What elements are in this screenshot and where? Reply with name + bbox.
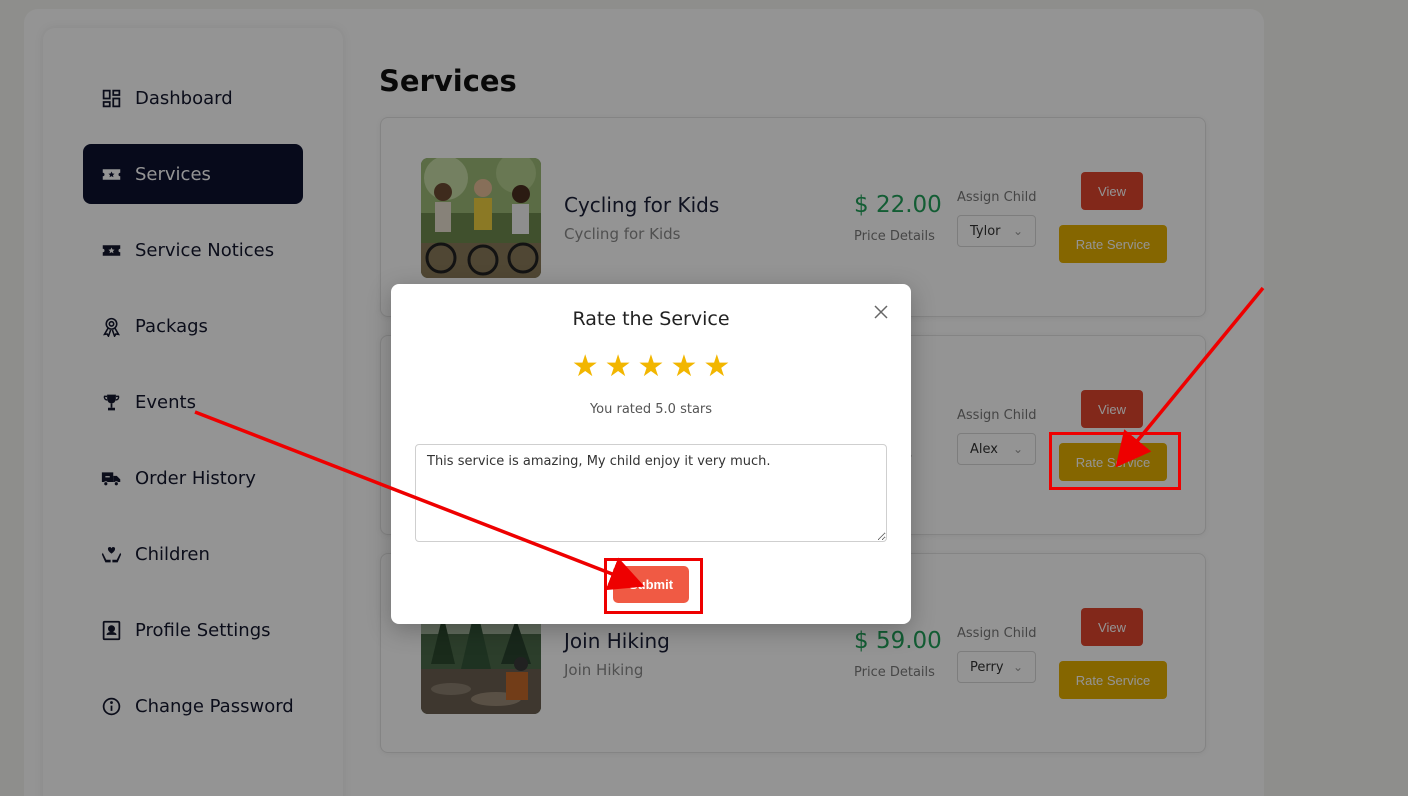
star-rating[interactable]: ★ ★ ★ ★ ★ <box>391 350 911 384</box>
review-textarea[interactable]: This service is amazing, My child enjoy … <box>415 444 887 542</box>
close-icon[interactable] <box>871 302 891 322</box>
star-icon[interactable]: ★ <box>605 350 632 384</box>
rate-service-modal: Rate the Service ★ ★ ★ ★ ★ You rated 5.0… <box>391 284 911 624</box>
star-icon[interactable]: ★ <box>703 350 730 384</box>
star-icon[interactable]: ★ <box>670 350 697 384</box>
rating-summary: You rated 5.0 stars <box>589 402 713 417</box>
submit-button[interactable]: Submit <box>613 566 689 603</box>
modal-title: Rate the Service <box>572 308 730 330</box>
star-icon[interactable]: ★ <box>638 350 665 384</box>
star-icon[interactable]: ★ <box>572 350 599 384</box>
